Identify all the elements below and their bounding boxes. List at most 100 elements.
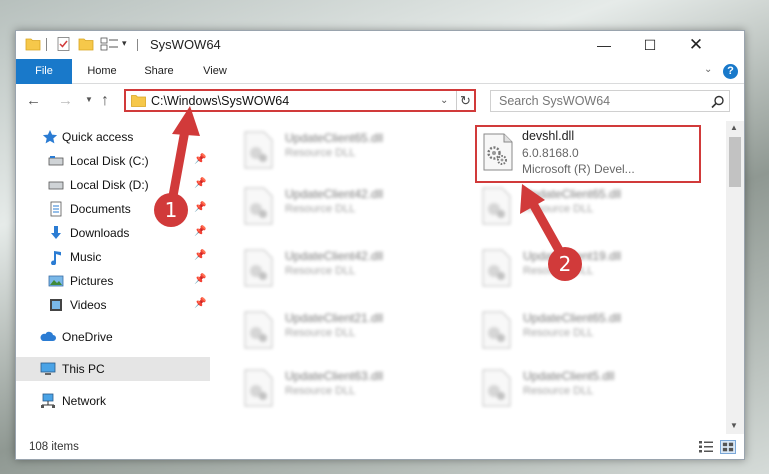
- rename-icon[interactable]: [100, 36, 120, 52]
- dll-file-icon: [244, 311, 273, 349]
- sidebar-item-label: Documents: [70, 202, 131, 216]
- pin-icon[interactable]: 📌: [194, 202, 206, 213]
- scroll-thumb[interactable]: [729, 137, 741, 187]
- tab-home[interactable]: Home: [76, 59, 128, 84]
- scroll-down-arrow[interactable]: ▼: [730, 421, 738, 430]
- search-input[interactable]: Search SysWOW64: [490, 90, 730, 112]
- documents-icon: [50, 201, 62, 217]
- tab-view[interactable]: View: [191, 59, 239, 84]
- file-item[interactable]: UpdateClient65.dll Resource DLL: [213, 125, 438, 169]
- downloads-icon: [51, 226, 61, 239]
- properties-icon[interactable]: [56, 36, 72, 52]
- customize-toolbar-dropdown[interactable]: ▾: [122, 38, 127, 49]
- sidebar-item-label: OneDrive: [62, 330, 113, 344]
- file-description: Resource DLL: [285, 203, 356, 215]
- sidebar-item-label: Local Disk (C:): [70, 154, 149, 168]
- address-row: ← → ▼ ↑ C:\Windows\SysWOW64 ⌄ ↻ Search S…: [16, 85, 744, 117]
- sidebar-item-this-pc[interactable]: This PC: [16, 357, 210, 381]
- dll-file-icon: [482, 187, 511, 225]
- file-description: Resource DLL: [285, 147, 356, 159]
- sidebar-item-label: This PC: [62, 362, 105, 376]
- file-description: Resource DLL: [523, 203, 594, 215]
- file-item[interactable]: UpdateClient5.dll Resource DLL: [451, 363, 676, 407]
- sidebar-item-label: Local Disk (D:): [70, 178, 149, 192]
- vertical-scrollbar[interactable]: ▲ ▼: [726, 121, 744, 434]
- sidebar-item-local-disk-c[interactable]: Local Disk (C:) 📌: [16, 149, 210, 173]
- file-name: UpdateClient5.dll: [523, 369, 615, 383]
- pin-icon[interactable]: 📌: [194, 250, 206, 261]
- title-separator: [137, 39, 138, 51]
- file-item[interactable]: UpdateClient42.dll Resource DLL: [213, 181, 438, 225]
- address-dropdown[interactable]: ⌄: [440, 95, 448, 106]
- pin-icon[interactable]: 📌: [194, 178, 206, 189]
- search-placeholder: Search SysWOW64: [499, 94, 611, 108]
- up-button[interactable]: ↑: [101, 92, 109, 110]
- tab-share[interactable]: Share: [134, 59, 184, 84]
- sidebar-item-network[interactable]: Network: [16, 389, 210, 413]
- item-count: 108 items: [29, 441, 79, 453]
- highlighted-file-devshl[interactable]: devshl.dll 6.0.8168.0 Microsoft (R) Deve…: [475, 125, 701, 183]
- file-item[interactable]: UpdateClient42.dll Resource DLL: [213, 243, 438, 287]
- music-icon: [51, 251, 61, 265]
- sidebar-item-local-disk-d[interactable]: Local Disk (D:) 📌: [16, 173, 210, 197]
- search-icon[interactable]: [711, 95, 725, 109]
- sidebar-item-downloads[interactable]: Downloads 📌: [16, 221, 210, 245]
- sidebar-item-pictures[interactable]: Pictures 📌: [16, 269, 210, 293]
- file-item[interactable]: UpdateClient63.dll Resource DLL: [213, 363, 438, 407]
- file-description: Resource DLL: [285, 265, 356, 277]
- sidebar-item-onedrive[interactable]: OneDrive: [16, 325, 210, 349]
- back-button[interactable]: ←: [26, 92, 41, 109]
- maximize-button[interactable]: ☐: [627, 31, 673, 59]
- step-marker-2: 2: [548, 247, 582, 281]
- sidebar-item-music[interactable]: Music 📌: [16, 245, 210, 269]
- sidebar-item-label: Quick access: [62, 130, 134, 144]
- minimize-button[interactable]: —: [581, 31, 627, 59]
- tiles-view-icon[interactable]: [720, 440, 736, 454]
- onedrive-icon: [40, 331, 56, 341]
- recent-locations-dropdown[interactable]: ▼: [85, 95, 93, 104]
- drive-icon: [48, 181, 64, 190]
- refresh-button[interactable]: ↻: [456, 91, 474, 110]
- details-view-icon[interactable]: [698, 440, 714, 454]
- close-button[interactable]: ✕: [673, 31, 719, 59]
- dll-file-icon: [482, 249, 511, 287]
- pin-icon[interactable]: 📌: [194, 226, 206, 237]
- dll-file-icon: [482, 311, 511, 349]
- address-bar[interactable]: C:\Windows\SysWOW64 ⌄ ↻: [124, 89, 476, 112]
- help-icon[interactable]: ?: [723, 64, 738, 79]
- dll-file-icon: [482, 369, 511, 407]
- file-name: UpdateClient42.dll: [285, 187, 384, 201]
- explorer-window: ▾ SysWOW64 — ☐ ✕ File Home Share View ⌄ …: [15, 30, 745, 460]
- file-item[interactable]: UpdateClient21.dll Resource DLL: [213, 305, 438, 349]
- file-name: UpdateClient65.dll: [285, 131, 384, 145]
- folder-icon[interactable]: [25, 36, 41, 52]
- computer-icon: [40, 362, 56, 375]
- sidebar-item-quick-access[interactable]: Quick access: [16, 125, 210, 149]
- file-version: 6.0.8168.0: [522, 146, 579, 160]
- drive-icon: [48, 156, 64, 166]
- expand-ribbon-icon[interactable]: ⌄: [704, 64, 712, 75]
- sidebar-item-label: Network: [62, 394, 107, 408]
- dll-file-icon: [244, 249, 273, 287]
- new-folder-icon[interactable]: [78, 36, 94, 52]
- window-title: SysWOW64: [150, 37, 221, 52]
- file-name: UpdateClient21.dll: [285, 311, 384, 325]
- forward-button[interactable]: →: [58, 92, 73, 109]
- file-item[interactable]: UpdateClient65.dll Resource DLL: [451, 181, 676, 225]
- tab-file[interactable]: File: [16, 59, 72, 84]
- status-bar: 108 items: [16, 435, 744, 459]
- pictures-icon: [48, 275, 64, 287]
- sidebar-item-videos[interactable]: Videos 📌: [16, 293, 210, 317]
- scroll-up-arrow[interactable]: ▲: [730, 123, 738, 132]
- pin-icon[interactable]: 📌: [194, 154, 206, 165]
- pin-icon[interactable]: 📌: [194, 298, 206, 309]
- file-item[interactable]: UpdateClient65.dll Resource DLL: [451, 305, 676, 349]
- file-name: UpdateClient65.dll: [523, 311, 622, 325]
- file-description: Resource DLL: [285, 385, 356, 397]
- address-path[interactable]: C:\Windows\SysWOW64: [151, 94, 289, 108]
- dll-file-icon: [483, 133, 513, 171]
- pin-icon[interactable]: 📌: [194, 274, 206, 285]
- dll-file-icon: [244, 369, 273, 407]
- file-list: UpdateClient65.dll Resource DLL UpdateCl…: [213, 121, 726, 434]
- navigation-pane: Quick access Local Disk (C:) 📌 Local Dis…: [16, 121, 212, 434]
